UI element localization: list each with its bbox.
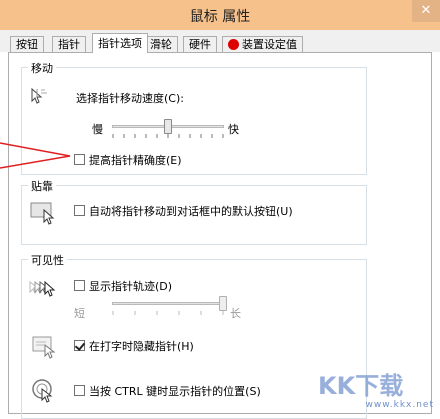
trails-slider-thumb[interactable] — [219, 296, 227, 311]
watermark-url: www.kkx.net — [365, 400, 434, 410]
pointer-options-panel: 移动 选择指针移动速度(C): 慢 快 提高指针精确度(E) 贴靠 自动将指针移… — [8, 52, 432, 419]
hide-while-typing-checkbox[interactable] — [74, 340, 85, 351]
trails-checkbox[interactable] — [74, 280, 85, 291]
tab-label: 装置设定值 — [242, 38, 297, 51]
snap-group-label: 贴靠 — [28, 178, 56, 194]
speed-label: 选择指针移动速度(C): — [76, 92, 184, 105]
hide-typing-icon — [32, 334, 58, 363]
slow-label: 慢 — [92, 123, 103, 136]
ctrl-show-location-checkbox[interactable] — [74, 385, 85, 396]
short-label: 短 — [74, 307, 85, 320]
motion-cursor-icon — [29, 86, 51, 111]
trails-slider-ticks — [112, 311, 224, 315]
precision-checkbox[interactable] — [74, 154, 85, 165]
snap-group: 贴靠 自动将指针移动到对话框中的默认按钮(U) — [21, 178, 367, 245]
tab-label: 硬件 — [189, 38, 211, 51]
visibility-group-label: 可见性 — [28, 252, 67, 268]
tab-strip: 按钮 指针 指针选项 滑轮 硬件 装置设定值 — [0, 30, 440, 53]
tab-hardware[interactable]: 硬件 — [183, 36, 217, 52]
title-bar: 鼠标 属性 ✕ — [0, 0, 440, 30]
tab-label: 指针 — [58, 38, 80, 51]
ctrl-show-location-label[interactable]: 当按 CTRL 键时显示指针的位置(S) — [89, 383, 261, 399]
motion-group-label: 移动 — [28, 60, 56, 76]
tab-pointers[interactable]: 指针 — [52, 36, 86, 52]
ctrl-locate-icon — [32, 378, 58, 407]
tab-label: 按钮 — [16, 38, 38, 51]
tab-buttons[interactable]: 按钮 — [10, 36, 44, 52]
snap-button-icon — [30, 200, 58, 229]
motion-group: 移动 选择指针移动速度(C): 慢 快 提高指针精确度(E) — [21, 60, 367, 175]
tab-label: 指针选项 — [98, 37, 142, 50]
snap-label[interactable]: 自动将指针移动到对话框中的默认按钮(U) — [89, 203, 293, 219]
watermark-logo: KK下载 — [316, 370, 432, 400]
watermark-text: KK下载 — [318, 372, 403, 400]
speed-slider-ticks — [112, 134, 224, 138]
tab-pointer-options[interactable]: 指针选项 — [92, 33, 148, 53]
speed-slider-thumb[interactable] — [163, 119, 172, 134]
window-title: 鼠标 属性 — [189, 9, 251, 25]
fast-label: 快 — [228, 123, 239, 136]
tab-wheel[interactable]: 滑轮 — [144, 36, 178, 52]
snap-checkbox[interactable] — [74, 205, 85, 216]
trails-cursor-icon — [28, 278, 58, 305]
tab-label: 滑轮 — [150, 38, 172, 51]
long-label: 长 — [230, 307, 241, 320]
precision-label[interactable]: 提高指针精确度(E) — [89, 152, 182, 168]
device-settings-icon — [228, 39, 239, 50]
tab-device-settings[interactable]: 装置设定值 — [222, 36, 303, 52]
trails-label[interactable]: 显示指针轨迹(D) — [89, 278, 172, 294]
hide-while-typing-label[interactable]: 在打字时隐藏指针(H) — [89, 338, 194, 354]
trails-slider-track[interactable] — [112, 302, 224, 305]
close-button[interactable]: ✕ — [412, 0, 440, 22]
